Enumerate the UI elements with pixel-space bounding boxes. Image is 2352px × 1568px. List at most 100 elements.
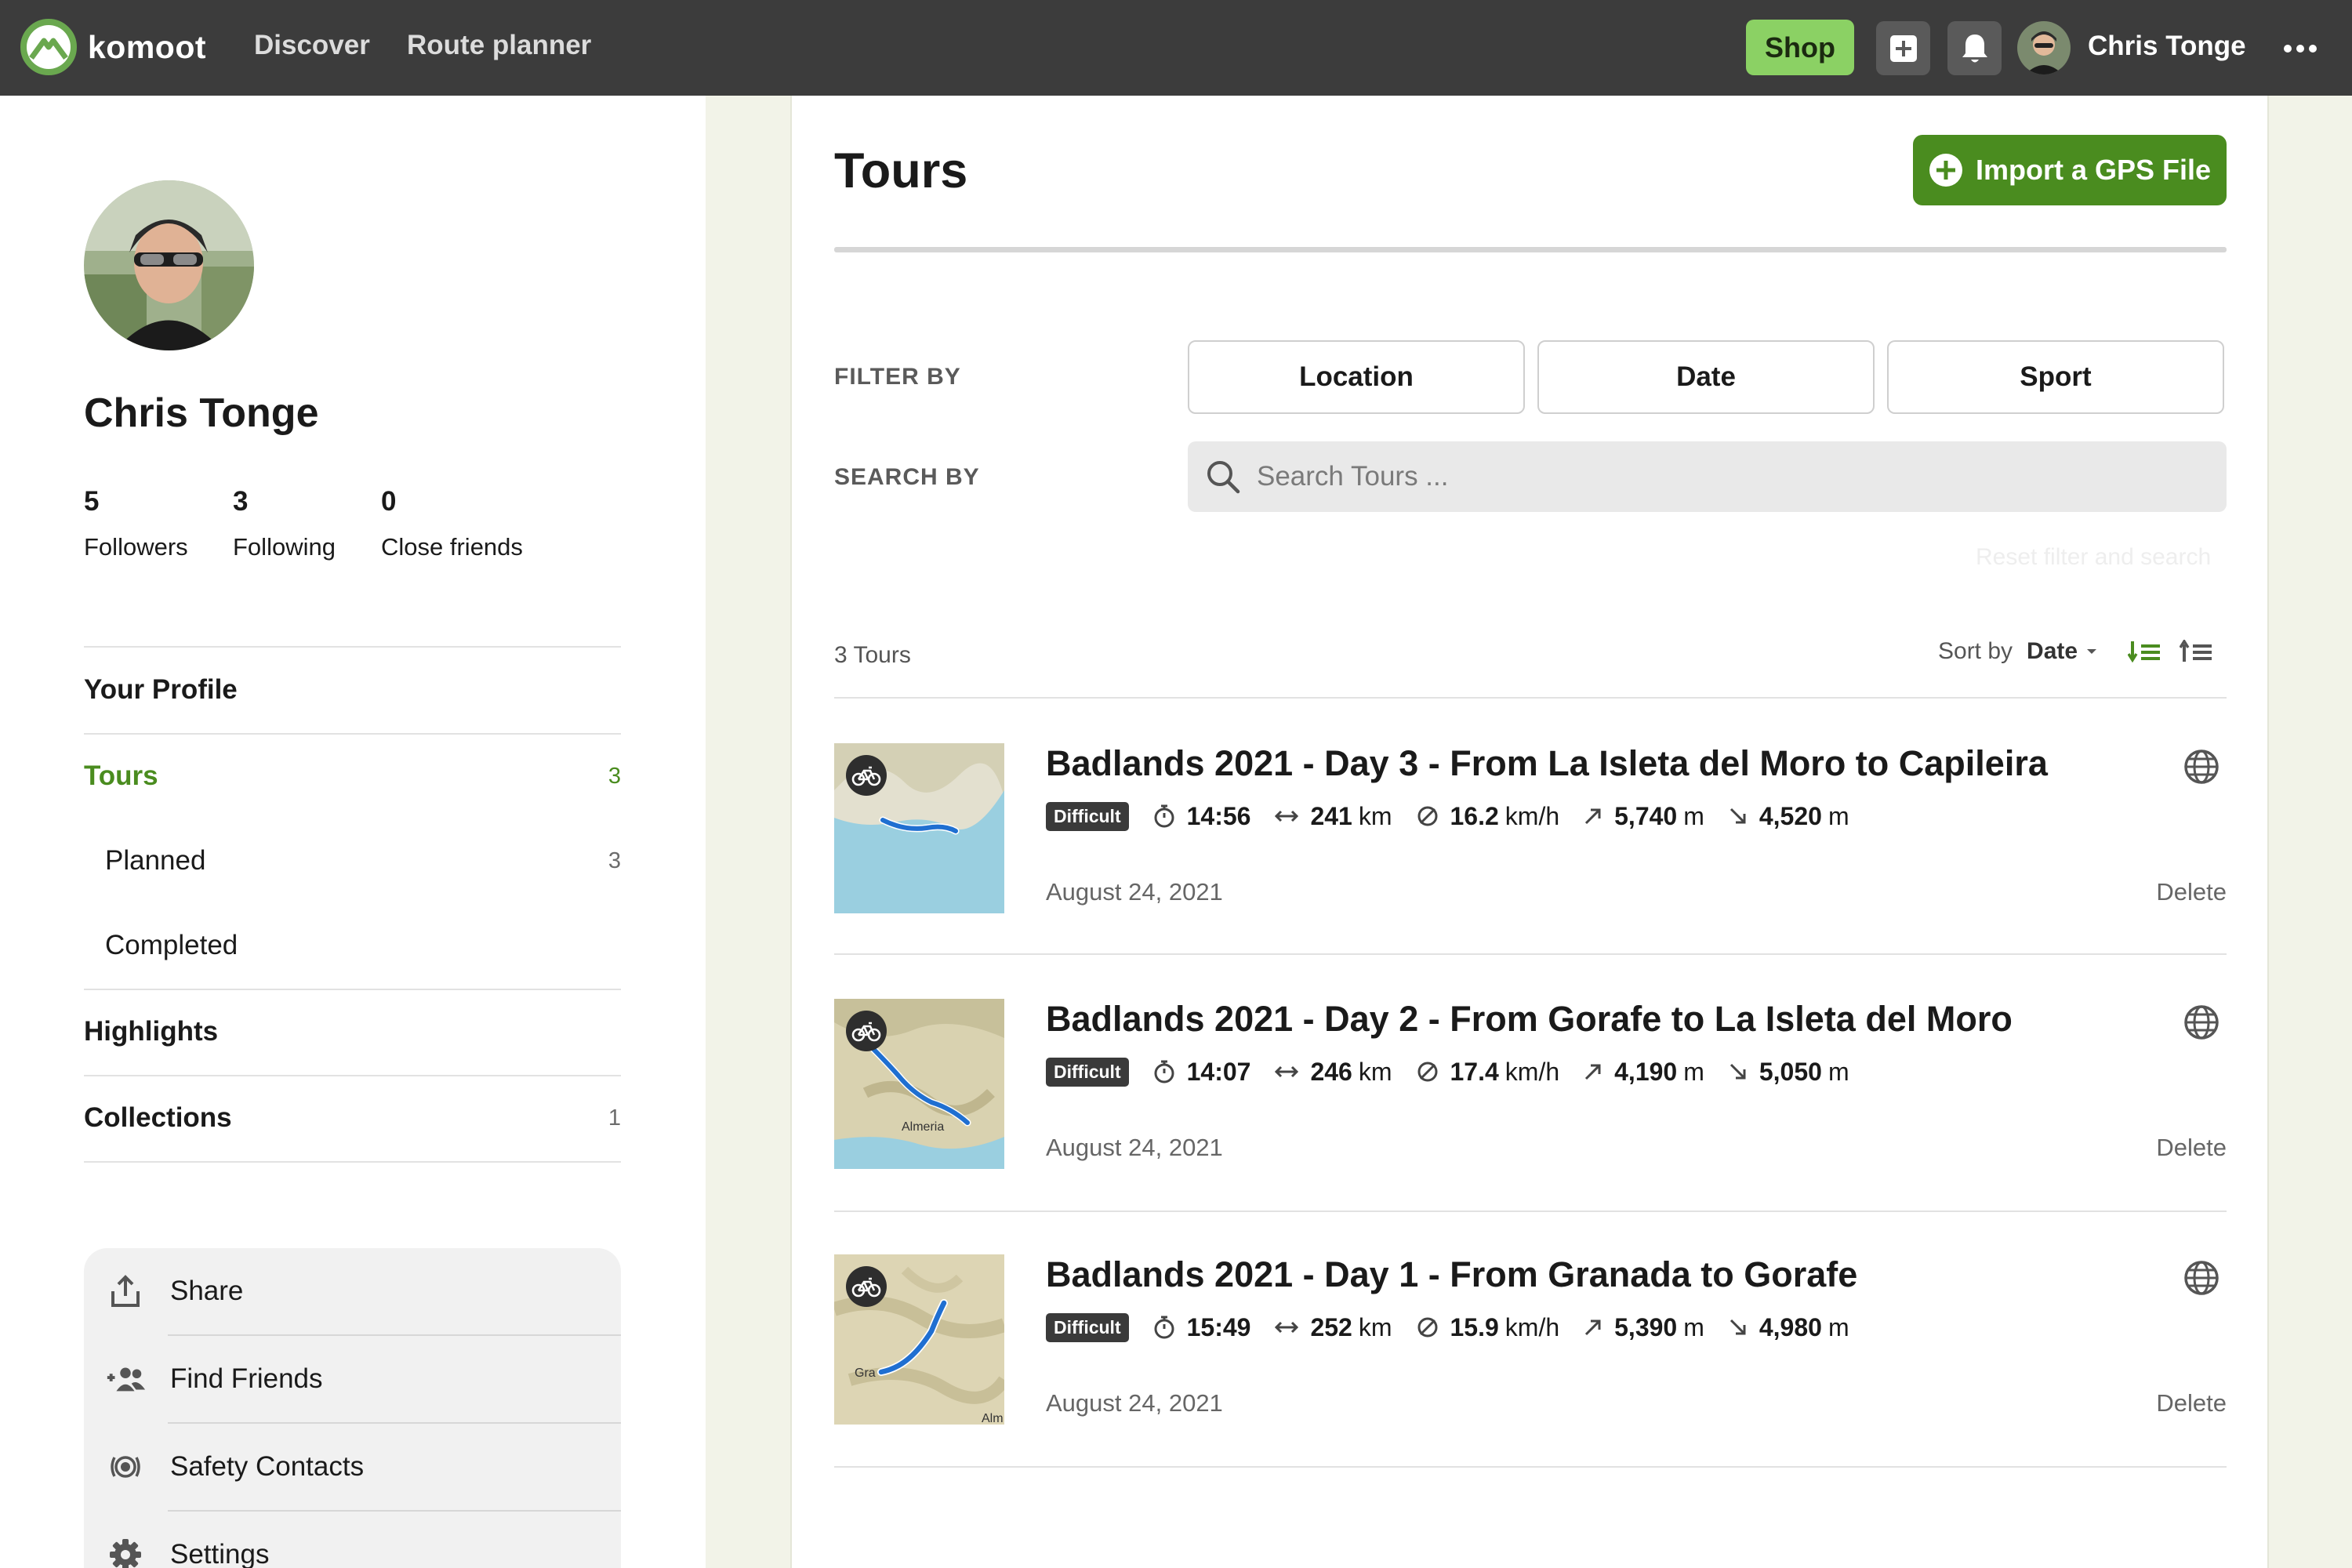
komoot-logo[interactable]: komoot [20,19,206,75]
tours-main: Tours Import a GPS File FILTER BY Locati… [790,96,2269,1568]
sidebar-item-label: Planned [105,845,206,876]
downhill-stat: 4,520 m [1728,802,1849,831]
distance-icon [1275,1321,1299,1334]
title-divider [834,247,2227,252]
downhill-value: 4,520 [1759,801,1822,830]
list-divider [834,953,2227,955]
search-input[interactable] [1257,461,2182,492]
sidebar-item-count: 1 [608,1105,621,1131]
speed-icon [1417,1317,1437,1338]
distance-unit: km [1358,1057,1392,1086]
sidebar-item-collections[interactable]: Collections 1 [84,1094,621,1142]
map-place-label: Gra [855,1367,876,1380]
profile-photo [84,180,254,350]
top-bar: komoot Discover Route planner Shop Chris… [0,0,2352,96]
add-friend-icon-wrap [104,1365,147,1393]
uphill-unit: m [1683,1312,1704,1341]
following-stat[interactable]: 3 Following [233,486,336,561]
sidebar-item-highlights[interactable]: Highlights [84,1008,621,1055]
safety-contacts-action[interactable]: Safety Contacts [84,1424,621,1510]
distance-stat: 241 km [1274,802,1392,831]
tour-title[interactable]: Badlands 2021 - Day 2 - From Gorafe to L… [1046,999,2013,1040]
tour-stats: Difficult 15:49 252 km 15.9 km/h 5,390 m… [1046,1312,1873,1343]
sort-descending-icon[interactable] [2128,640,2162,663]
downhill-stat: 5,050 m [1728,1058,1849,1087]
distance-stat: 252 km [1274,1313,1392,1342]
globe-icon[interactable] [2183,1004,2220,1041]
shop-button[interactable]: Shop [1746,20,1854,75]
import-gps-label: Import a GPS File [1975,154,2212,186]
nav-discover[interactable]: Discover [254,30,370,61]
uphill-icon [1585,1064,1601,1080]
add-button[interactable] [1876,21,1930,75]
sidebar-item-planned[interactable]: Planned 3 [105,837,621,884]
list-divider [834,1466,2227,1468]
share-label: Share [170,1276,244,1306]
notifications-button[interactable] [1947,21,2002,75]
filter-sport-button[interactable]: Sport [1887,340,2224,414]
distance-value: 246 [1310,1057,1352,1086]
list-divider [834,1210,2227,1212]
safety-icon [111,1456,140,1478]
distance-icon [1275,810,1299,822]
speed-value: 16.2 [1450,801,1499,830]
tour-date: August 24, 2021 [1046,878,1223,906]
sidebar-item-label: Tours [84,760,158,791]
tour-card[interactable]: Almeria Badlands 2021 - Day 2 - From Gor… [834,999,2227,1254]
globe-icon[interactable] [2183,1259,2220,1297]
menu-divider [84,646,621,648]
tour-map-image: Gra Alm [834,1254,1004,1425]
tour-map-thumbnail[interactable] [834,743,1004,913]
distance-icon [1275,1065,1299,1078]
stopwatch-icon [1154,804,1174,828]
globe-icon[interactable] [2183,748,2220,786]
import-gps-button[interactable]: Import a GPS File [1913,135,2227,205]
delete-tour-button[interactable]: Delete [2156,878,2227,906]
tour-card[interactable]: Badlands 2021 - Day 3 - From La Isleta d… [834,743,2227,998]
nav-route-planner[interactable]: Route planner [407,30,591,61]
list-divider [834,697,2227,699]
share-icon [111,1275,140,1307]
distance-unit: km [1358,801,1392,830]
reset-filter-link[interactable]: Reset filter and search [1976,544,2211,571]
following-count: 3 [233,486,249,517]
sidebar-item-completed[interactable]: Completed [105,922,621,969]
sort-ascending-icon[interactable] [2180,640,2214,663]
downhill-stat: 4,980 m [1728,1313,1849,1342]
close-friends-stat[interactable]: 0 Close friends [381,486,523,561]
followers-stat[interactable]: 5 Followers [84,486,188,561]
sidebar-item-label: Your Profile [84,674,238,705]
tour-title[interactable]: Badlands 2021 - Day 3 - From La Isleta d… [1046,743,2048,784]
plus-square-icon [1889,34,1917,62]
downhill-icon [1730,808,1746,824]
share-action[interactable]: Share [84,1248,621,1334]
user-avatar[interactable] [2017,21,2071,74]
stopwatch-icon [1154,1060,1174,1083]
find-friends-action[interactable]: Find Friends [84,1336,621,1422]
tour-title[interactable]: Badlands 2021 - Day 1 - From Granada to … [1046,1254,1857,1295]
tour-map-thumbnail[interactable]: Almeria [834,999,1004,1169]
profile-avatar[interactable] [84,180,254,350]
delete-tour-button[interactable]: Delete [2156,1389,2227,1417]
sort-dropdown[interactable]: Date [2027,638,2078,665]
downhill-icon [1730,1063,1746,1080]
settings-action[interactable]: Settings [84,1512,621,1568]
header-username[interactable]: Chris Tonge [2088,31,2246,62]
tour-card[interactable]: Gra Alm Badlands 2021 - Day 1 - From Gra… [834,1254,2227,1509]
gear-icon-wrap [104,1537,147,1568]
filter-location-button[interactable]: Location [1188,340,1525,414]
tour-map-image [834,743,1004,913]
delete-tour-button[interactable]: Delete [2156,1134,2227,1162]
caret-down-icon[interactable] [2085,648,2098,655]
more-menu-button[interactable] [2283,34,2318,63]
filter-date-button[interactable]: Date [1537,340,1875,414]
uphill-value: 5,390 [1614,1312,1678,1341]
tour-map-thumbnail[interactable]: Gra Alm [834,1254,1004,1425]
sidebar-item-your-profile[interactable]: Your Profile [84,666,621,713]
add-friend-icon [107,1367,146,1392]
tour-stats: Difficult 14:07 246 km 17.4 km/h 4,190 m… [1046,1056,1873,1087]
duration-stat: 15:49 [1152,1313,1250,1342]
sidebar-item-label: Collections [84,1102,232,1133]
sidebar-item-tours[interactable]: Tours 3 [84,753,621,800]
duration-value: 14:56 [1186,801,1251,830]
